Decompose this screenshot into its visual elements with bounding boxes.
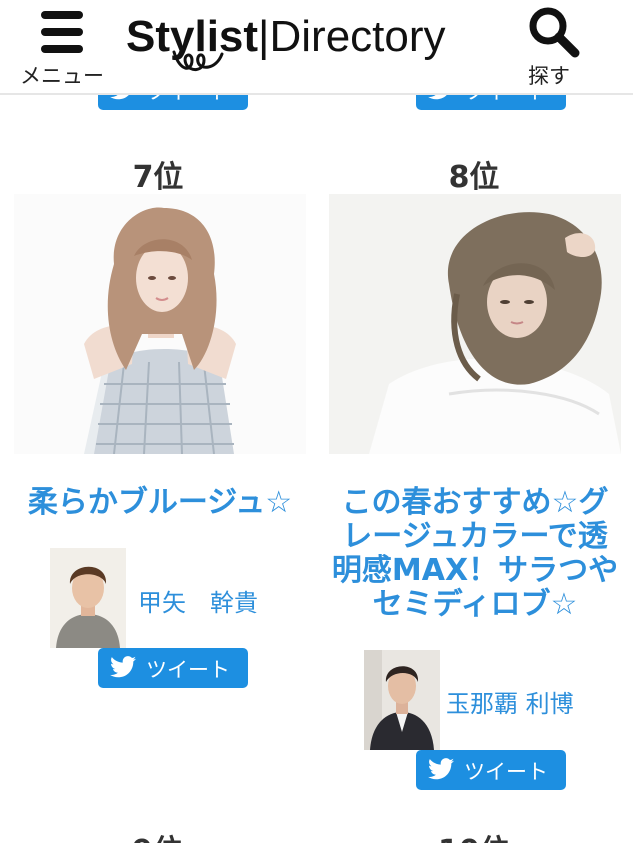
stylist-name[interactable]: 甲矢 幹貴 — [138, 583, 258, 618]
site-logo[interactable]: Stylist|Directory — [126, 8, 446, 71]
rank-label: 10位 — [438, 826, 510, 843]
rank-label: 7位 — [132, 160, 184, 195]
logo-scissors-swash-icon — [172, 50, 224, 71]
hairstyle-photo[interactable] — [329, 194, 621, 454]
rank-label: 9位 — [132, 826, 183, 843]
hairstyle-photo[interactable] — [14, 194, 306, 454]
twitter-bird-icon — [428, 758, 454, 780]
hairstyle-title-line: この春おすすめ☆グ — [341, 485, 609, 520]
search-label: 探す — [528, 64, 570, 88]
logo-directory-text: Directory — [269, 12, 446, 61]
hairstyle-title-line: セミディロブ☆ — [372, 587, 578, 622]
hairstyle-photo-image — [14, 194, 306, 454]
tweet-label: ツイート — [464, 760, 548, 784]
hamburger-icon — [41, 11, 83, 55]
hairstyle-title-line: レージュカラーで透 — [342, 519, 608, 554]
stylist-avatar-image — [364, 650, 440, 750]
site-header: メニュー Stylist|Directory 探す — [0, 0, 633, 95]
hairstyle-title-line: 明感MAX！サラつや — [331, 553, 619, 588]
stylist-avatar-image — [50, 548, 126, 648]
search-button[interactable]: 探す — [524, 4, 584, 88]
stylist-avatar[interactable] — [50, 548, 126, 648]
tweet-button[interactable]: ツイート — [98, 648, 248, 688]
stylist-ranking-page: メニュー Stylist|Directory 探す ツイート ツイート 7位 — [0, 0, 633, 843]
tweet-button[interactable]: ツイート — [416, 750, 566, 790]
menu-label: メニュー — [20, 64, 104, 88]
hairstyle-title[interactable]: 柔らかブルージュ☆ — [10, 486, 310, 520]
search-icon — [529, 7, 580, 58]
stylist-avatar[interactable] — [364, 650, 440, 750]
rank-label: 8位 — [448, 160, 500, 195]
twitter-bird-icon — [110, 656, 136, 678]
menu-button[interactable]: メニュー — [18, 8, 110, 88]
logo-separator: | — [258, 12, 270, 61]
hairstyle-photo-image — [329, 194, 621, 454]
tweet-label: ツイート — [146, 658, 230, 682]
stylist-name[interactable]: 玉那覇 利博 — [446, 684, 574, 719]
hairstyle-title[interactable]: この春おすすめ☆グ レージュカラーで透 明感MAX！サラつや セミディロブ☆ — [319, 486, 631, 622]
